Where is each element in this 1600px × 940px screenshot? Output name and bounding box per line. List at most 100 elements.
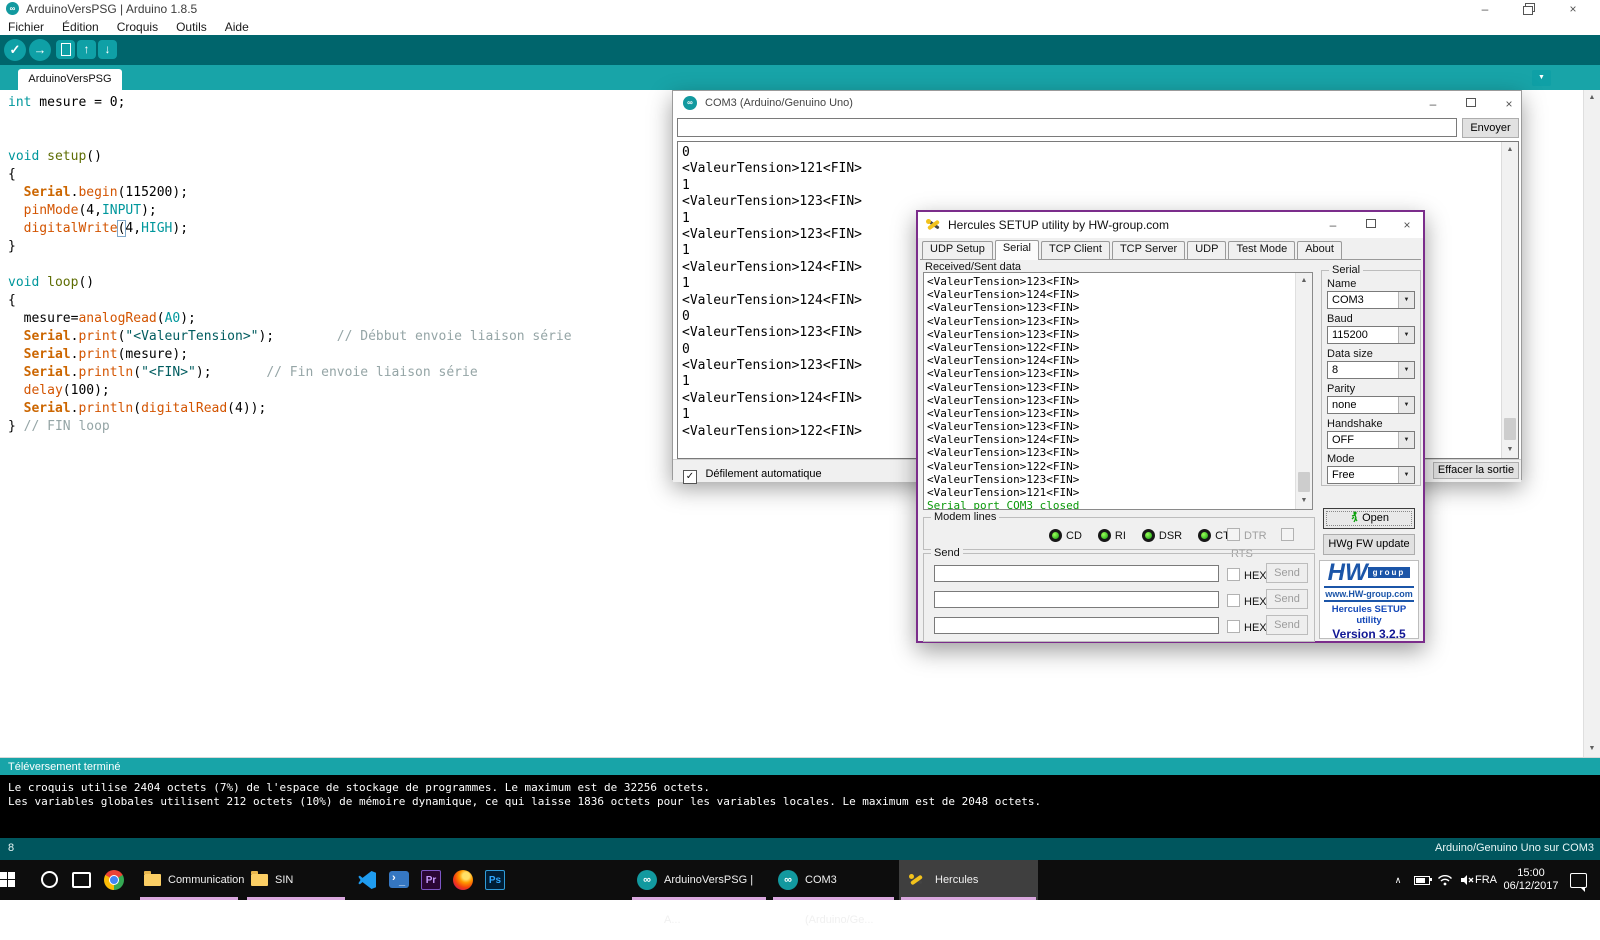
language-indicator[interactable]: FRA <box>1472 860 1500 900</box>
footer-line-number: 8 <box>8 838 14 858</box>
new-sketch-button[interactable] <box>56 40 75 59</box>
sm-maximize-button[interactable] <box>1456 95 1486 113</box>
folder-window-sin[interactable]: SIN <box>245 860 347 900</box>
autoscroll-checkbox[interactable]: ✓ <box>683 470 697 484</box>
hercules-tab-about[interactable]: About <box>1297 241 1342 259</box>
received-line: <ValeurTension>123<FIN> <box>927 446 1309 459</box>
hercules-tab-udp[interactable]: UDP <box>1187 241 1226 259</box>
data-size-select[interactable]: 8▼ <box>1327 361 1415 379</box>
received-scrollbar[interactable]: ▲ ▼ <box>1295 273 1312 509</box>
scroll-down-icon[interactable]: ▼ <box>1584 741 1600 757</box>
hc-maximize-button[interactable] <box>1356 216 1386 234</box>
ide-restore-button[interactable] <box>1515 0 1545 18</box>
taskbar-window-arduino-sketch[interactable]: ∞ ArduinoVersPSG | A... <box>630 860 768 900</box>
clear-output-button[interactable]: Effacer la sortie <box>1433 462 1519 479</box>
hercules-tab-test-mode[interactable]: Test Mode <box>1228 241 1295 259</box>
powershell-button[interactable]: ›_ <box>383 860 415 900</box>
scrollbar-thumb[interactable] <box>1298 472 1310 492</box>
chevron-down-icon[interactable]: ▼ <box>1398 467 1414 483</box>
led-icon <box>1098 529 1111 542</box>
hex-checkbox[interactable] <box>1227 568 1240 581</box>
open-sketch-button[interactable]: ↑ <box>77 40 96 59</box>
folder-window-communication[interactable]: Communication <box>138 860 240 900</box>
modem-lines-group: Modem lines CDRIDSRCTS DTRRTS <box>923 517 1315 550</box>
sm-minimize-button[interactable]: – <box>1418 95 1448 113</box>
chevron-down-icon[interactable]: ▼ <box>1398 362 1414 378</box>
received-data-box[interactable]: <ValeurTension>123<FIN><ValeurTension>12… <box>923 272 1313 510</box>
ide-minimize-button[interactable]: – <box>1470 0 1500 18</box>
menu-edition[interactable]: Édition <box>53 19 108 34</box>
led-label: DSR <box>1159 530 1182 542</box>
send-input[interactable] <box>934 617 1219 634</box>
taskbar-window-hercules[interactable]: Hercules <box>899 860 1038 900</box>
chevron-down-icon[interactable]: ▼ <box>1398 292 1414 308</box>
modem-check-dtr: DTR <box>1227 526 1267 543</box>
action-center-button[interactable] <box>1564 860 1592 900</box>
taskbar-window-serial-monitor[interactable]: ∞ COM3 (Arduino/Ge... <box>771 860 896 900</box>
firefox-button[interactable] <box>447 860 479 900</box>
chevron-down-icon[interactable]: ▼ <box>1398 432 1414 448</box>
hex-checkbox[interactable] <box>1227 620 1240 633</box>
menu-croquis[interactable]: Croquis <box>108 19 167 34</box>
send-button[interactable]: Send <box>1266 563 1308 583</box>
firefox-icon <box>453 870 473 890</box>
scrollbar-thumb[interactable] <box>1504 418 1516 440</box>
hercules-tab-tcp-client[interactable]: TCP Client <box>1041 241 1110 259</box>
hc-close-button[interactable]: × <box>1392 216 1422 234</box>
serial-send-input[interactable] <box>677 118 1457 137</box>
hw-group-logo: HWgroup www.HW-group.com Hercules SETUP … <box>1319 560 1419 639</box>
hex-checkbox[interactable] <box>1227 594 1240 607</box>
serial-output-scrollbar[interactable]: ▲ ▼ <box>1501 142 1518 458</box>
parity-select[interactable]: none▼ <box>1327 396 1415 414</box>
menu-aide[interactable]: Aide <box>216 19 258 34</box>
autoscroll-label: Défilement automatique <box>705 468 821 480</box>
hw-url[interactable]: www.HW-group.com <box>1324 586 1414 602</box>
editor-scrollbar[interactable]: ▲ ▼ <box>1583 90 1600 757</box>
chrome-button[interactable] <box>97 860 131 900</box>
menu-fichier[interactable]: Fichier <box>0 19 53 34</box>
envoyer-button[interactable]: Envoyer <box>1462 118 1519 138</box>
hwg-fw-update-button[interactable]: HWg FW update <box>1323 534 1415 555</box>
cortana-button[interactable] <box>33 860 65 900</box>
upload-button[interactable]: → <box>29 39 51 61</box>
scroll-down-icon[interactable]: ▼ <box>1502 442 1518 458</box>
premiere-button[interactable]: Pr <box>415 860 447 900</box>
hercules-tab-serial[interactable]: Serial <box>995 240 1039 260</box>
verify-button[interactable]: ✓ <box>4 39 26 61</box>
vscode-button[interactable] <box>351 860 383 900</box>
photoshop-button[interactable]: Ps <box>479 860 511 900</box>
tray-chevron-icon[interactable]: ∧ <box>1386 860 1410 900</box>
scroll-up-icon[interactable]: ▲ <box>1584 90 1600 106</box>
menu-outils[interactable]: Outils <box>167 19 216 34</box>
task-view-button[interactable] <box>65 860 97 900</box>
battery-icon[interactable] <box>1410 860 1434 900</box>
console-line: Le croquis utilise 2404 octets (7%) de l… <box>8 781 710 794</box>
open-button[interactable]: Open <box>1323 508 1415 529</box>
scroll-up-icon[interactable]: ▲ <box>1502 142 1518 158</box>
hercules-tab-tcp-server[interactable]: TCP Server <box>1112 241 1185 259</box>
footer-board-port: Arduino/Genuino Uno sur COM3 <box>1435 838 1594 858</box>
scroll-up-icon[interactable]: ▲ <box>1296 273 1312 289</box>
sm-close-button[interactable]: × <box>1494 95 1524 113</box>
name-select[interactable]: COM3▼ <box>1327 291 1415 309</box>
send-button[interactable]: Send <box>1266 615 1308 635</box>
chevron-down-icon[interactable]: ▼ <box>1398 397 1414 413</box>
wifi-icon[interactable] <box>1434 860 1456 900</box>
send-input[interactable] <box>934 565 1219 582</box>
clock[interactable]: 15:00 06/12/2017 <box>1500 860 1562 900</box>
baud-select[interactable]: 115200▼ <box>1327 326 1415 344</box>
start-button[interactable] <box>0 860 33 900</box>
mode-select[interactable]: Free▼ <box>1327 466 1415 484</box>
send-input[interactable] <box>934 591 1219 608</box>
hc-minimize-button[interactable]: – <box>1318 216 1348 234</box>
save-sketch-button[interactable]: ↓ <box>98 40 117 59</box>
handshake-select[interactable]: OFF▼ <box>1327 431 1415 449</box>
send-button[interactable]: Send <box>1266 589 1308 609</box>
tab-list-dropdown-button[interactable]: ▼ <box>1532 70 1551 86</box>
hercules-tab-udp-setup[interactable]: UDP Setup <box>922 241 993 259</box>
ide-close-button[interactable]: × <box>1558 0 1588 18</box>
sketch-tab[interactable]: ArduinoVersPSG <box>18 69 122 90</box>
scroll-down-icon[interactable]: ▼ <box>1296 493 1312 509</box>
chevron-down-icon[interactable]: ▼ <box>1398 327 1414 343</box>
photoshop-icon: Ps <box>485 870 505 890</box>
